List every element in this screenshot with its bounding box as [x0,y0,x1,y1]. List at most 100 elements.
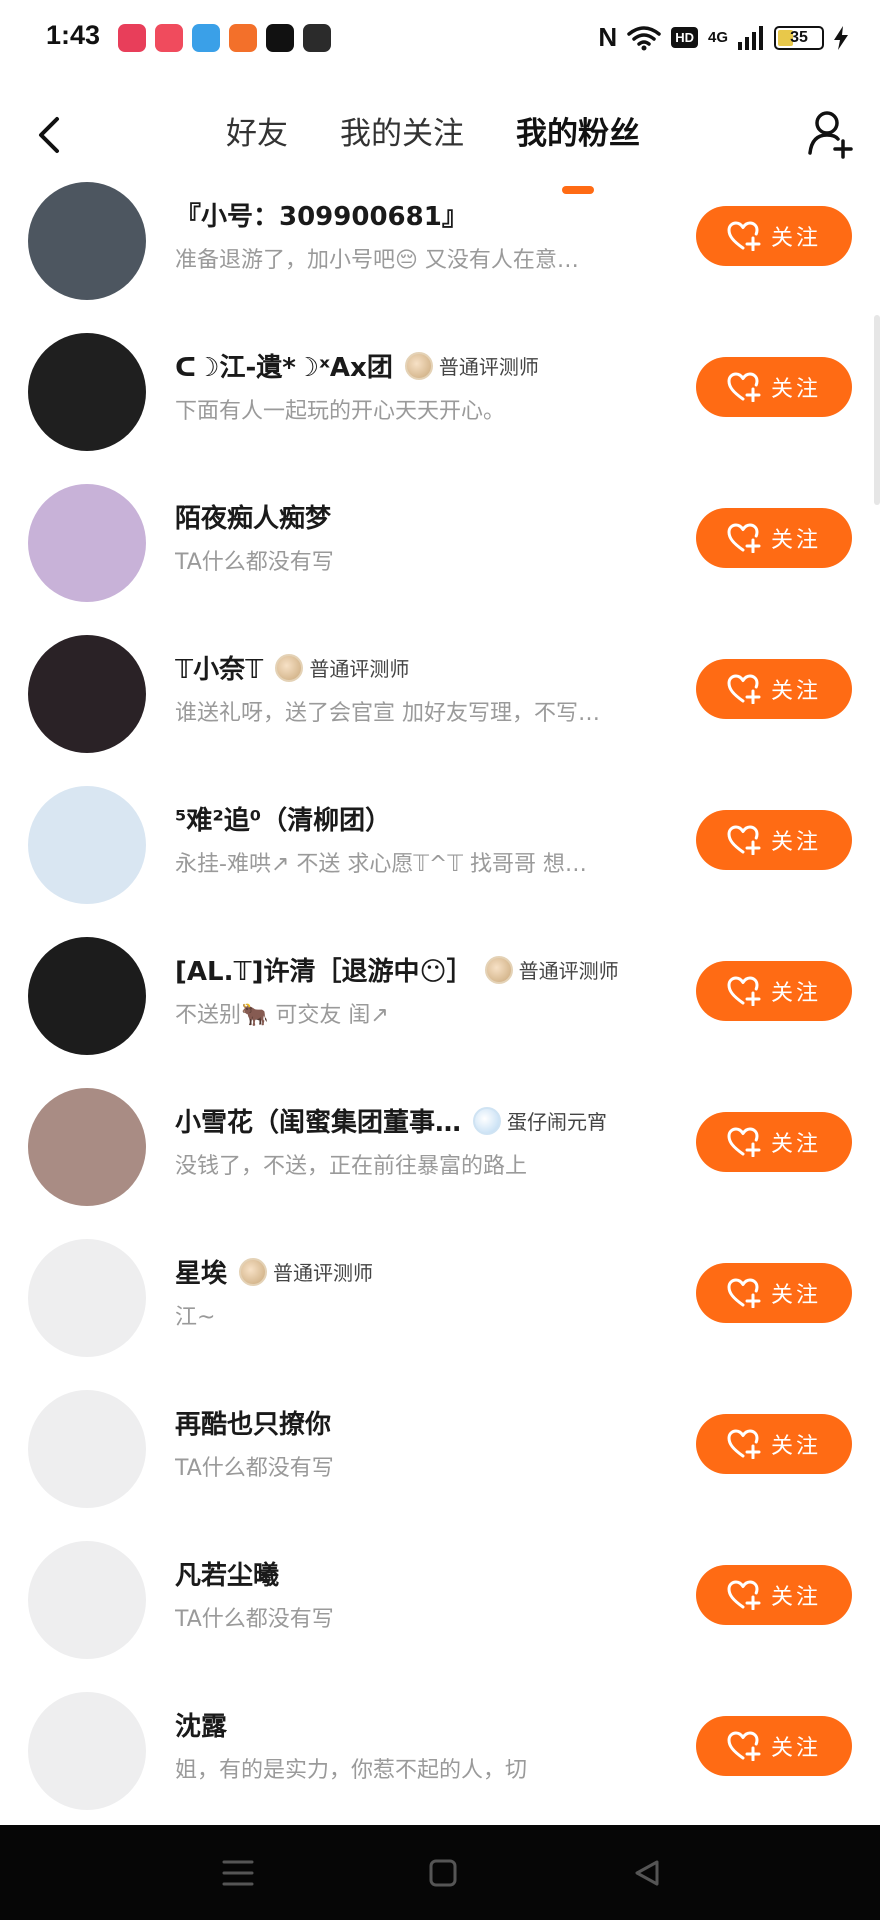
follow-button[interactable]: 关注 [696,1716,852,1776]
badge-icon [484,955,513,984]
name-line: 再酷也只撩你 [175,1404,331,1441]
follow-button[interactable]: 关注 [696,357,852,417]
fan-row[interactable]: ᑕ☽江-遺*☽ˣAx团 普通评测师下面有人一起玩的开心天天开心。 关注 [0,321,880,472]
fan-row[interactable]: 再酷也只撩你 TA什么都没有写 关注 [0,1378,880,1529]
follow-button[interactable]: 关注 [696,1112,852,1172]
fan-row[interactable]: 凡若尘曦 TA什么都没有写 关注 [0,1529,880,1680]
fan-signature: 准备退游了，加小号吧😔 又没有人在意… [175,248,579,273]
follow-label: 关注 [770,528,821,553]
follow-button[interactable]: 关注 [696,206,852,266]
fan-name[interactable]: 沈露 [175,1706,227,1743]
avatar[interactable] [28,1541,146,1659]
fan-row[interactable]: 𝕋小奈𝕋 普通评测师 谁送礼呀，送了会官宣 加好友写理，不写… 关注 [0,623,880,774]
follow-button[interactable]: 关注 [696,1263,852,1323]
fan-name[interactable]: ᑕ☽江-遺*☽ˣAx团 [175,347,393,384]
fan-name[interactable]: 『小号：309900681』 [175,196,468,233]
follow-button[interactable]: 关注 [696,1414,852,1474]
title-badge: 普通评测师 [404,351,539,380]
fan-signature: 没钱了，不送，正在前往暴富的路上 [175,1154,528,1179]
follow-button[interactable]: 关注 [696,1565,852,1625]
fan-name[interactable]: ⁵难²追⁰（清柳团） [175,800,391,837]
menu-nav-button[interactable] [218,1853,258,1893]
fan-name[interactable]: 再酷也只撩你 [175,1404,331,1441]
fan-row[interactable]: 陌夜痴人痴梦 TA什么都没有写 关注 [0,472,880,623]
fan-name[interactable]: [AL.𝕋]许清［退游中😶］ [175,951,473,988]
avatar[interactable] [28,484,146,602]
tab-2[interactable]: 我的粉丝 [490,108,666,194]
nfc-icon: N [598,22,618,52]
title-badge: 普通评测师 [275,653,409,682]
heart-plus-icon [727,1580,761,1610]
system-nav-bar [0,1825,880,1920]
fan-signature: 江~ [175,1305,216,1330]
tab-bar: 好友 我的关注 我的粉丝 [200,108,666,194]
avatar[interactable] [28,1239,146,1357]
follow-label: 关注 [770,1585,821,1610]
follow-label: 关注 [770,981,821,1006]
fan-row[interactable]: ⁵难²追⁰（清柳团） 永挂-难哄↗ 不送 求心愿𝕋^𝕋 找哥哥 想… 关注 [0,774,880,925]
heart-plus-icon [727,976,761,1006]
status-bar: 1:43 N HD 4G 35 [0,0,880,78]
fan-row[interactable]: 小雪花（闺蜜集团董事… 蛋仔闹元宵没钱了，不送，正在前往暴富的路上 关注 [0,1076,880,1227]
status-indicators: N HD 4G 35 [598,22,848,53]
fan-signature: TA什么都没有写 [175,550,334,575]
fan-signature: 下面有人一起玩的开心天天开心。 [175,399,506,424]
heart-plus-icon [727,372,761,402]
name-line: ᑕ☽江-遺*☽ˣAx团 普通评测师 [175,347,539,384]
scrollbar[interactable] [874,315,880,505]
badge-icon [239,1257,268,1286]
avatar[interactable] [28,635,146,753]
fan-signature: TA什么都没有写 [175,1456,334,1481]
avatar[interactable] [28,333,146,451]
heart-plus-icon [727,674,761,704]
fan-row[interactable]: [AL.𝕋]许清［退游中😶］ 普通评测师 不送别🐂 可交友 闺↗ 关注 [0,925,880,1076]
add-user-icon [808,111,853,159]
fan-name[interactable]: 𝕋小奈𝕋 [175,649,263,686]
follow-button[interactable]: 关注 [696,659,852,719]
name-line: [AL.𝕋]许清［退游中😶］ 普通评测师 [175,951,619,988]
wifi-icon [627,25,661,50]
badge-icon [275,653,304,682]
title-badge: 蛋仔闹元宵 [473,1106,607,1135]
back-nav-button[interactable] [627,1853,667,1893]
fan-list: 『小号：309900681』 准备退游了，加小号吧😔 又没有人在意… 关注 ᑕ☽江-遺… [0,170,880,1831]
badge-label: 蛋仔闹元宵 [507,1110,608,1134]
tab-0[interactable]: 好友 [200,108,314,160]
name-line: 小雪花（闺蜜集团董事… 蛋仔闹元宵 [175,1102,607,1139]
add-friend-button[interactable] [804,106,856,162]
follow-button[interactable]: 关注 [696,508,852,568]
avatar[interactable] [28,1390,146,1508]
avatar[interactable] [28,1692,146,1810]
fan-row[interactable]: 『小号：309900681』准备退游了，加小号吧😔 又没有人在意… 关注 [0,170,880,321]
avatar[interactable] [28,937,146,1055]
heart-plus-icon [727,825,761,855]
fan-name[interactable]: 陌夜痴人痴梦 [175,498,331,535]
name-line: 星埃 普通评测师 [175,1253,373,1290]
heart-plus-icon [727,1429,761,1459]
back-button[interactable] [28,110,68,160]
fan-name[interactable]: 小雪花（闺蜜集团董事… [175,1102,461,1139]
browser-app-icon [192,24,220,52]
heart-plus-icon [727,523,761,553]
avatar[interactable] [28,786,146,904]
fan-row[interactable]: 沈露姐，有的是实力，你惹不起的人，切 关注 [0,1680,880,1831]
follow-button[interactable]: 关注 [696,961,852,1021]
home-square-icon [429,1859,457,1887]
badge-icon [404,351,433,380]
name-line: 沈露 [175,1706,227,1743]
avatar[interactable] [28,1088,146,1206]
follow-button[interactable]: 关注 [696,810,852,870]
fan-name[interactable]: 凡若尘曦 [175,1555,279,1592]
notification-icons [118,24,331,52]
signal-label: 4G [707,29,728,46]
title-badge: 普通评测师 [484,955,619,984]
fan-row[interactable]: 星埃 普通评测师 江~ 关注 [0,1227,880,1378]
fan-name[interactable]: 星埃 [175,1253,227,1290]
title-badge: 普通评测师 [239,1257,373,1286]
home-nav-button[interactable] [423,1853,463,1893]
follow-label: 关注 [770,830,821,855]
name-line: 陌夜痴人痴梦 [175,498,331,535]
fan-signature: 姐，有的是实力，你惹不起的人，切 [175,1758,528,1783]
tab-1[interactable]: 我的关注 [314,108,490,160]
avatar[interactable] [28,182,146,300]
